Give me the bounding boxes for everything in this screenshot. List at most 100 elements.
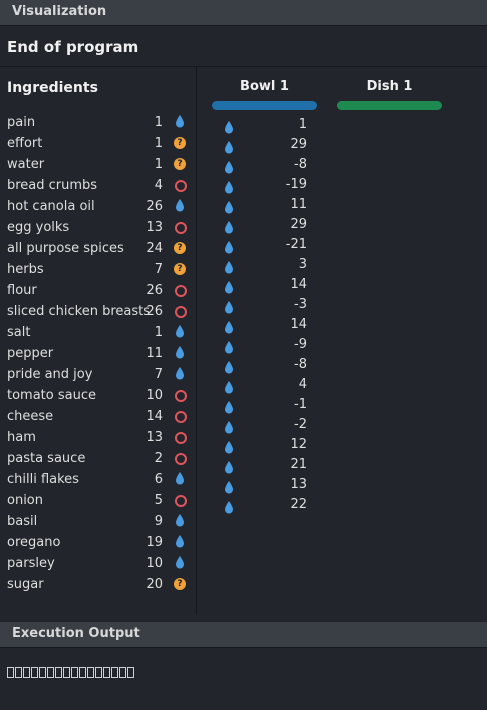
bowl-item-value: -8 [294, 157, 307, 172]
bowl-item-value: 4 [298, 377, 307, 392]
liquid-drop-icon [225, 181, 233, 194]
ingredient-value: 13 [146, 430, 163, 445]
ingredient-row: salt 1 [0, 323, 196, 344]
ingredient-row: pain 1 [0, 113, 196, 134]
dry-circle-icon [175, 306, 187, 318]
dish-bar [337, 101, 442, 110]
ingredient-name: flour [7, 283, 37, 298]
bowl-bar [212, 101, 317, 110]
ingredient-row: ham 13 [0, 428, 196, 449]
bowl-title: Bowl 1 [240, 79, 289, 94]
bowl-item-value: 11 [290, 197, 307, 212]
bowl-item: -8 [197, 355, 337, 375]
ingredient-row: all purpose spices 24? [0, 239, 196, 260]
output-glyph-box [87, 666, 94, 678]
bowl-item-value: 29 [290, 137, 307, 152]
ingredient-row: pride and joy 7 [0, 365, 196, 386]
ingredient-name: herbs [7, 262, 44, 277]
liquid-drop-icon [225, 381, 233, 394]
output-glyph-box [63, 666, 70, 678]
bowl-item: 4 [197, 375, 337, 395]
ingredient-value: 19 [146, 535, 163, 550]
ingredient-name: hot canola oil [7, 199, 95, 214]
output-glyph-box [127, 666, 134, 678]
ingredient-name: onion [7, 493, 43, 508]
bowl-item: 29 [197, 135, 337, 155]
liquid-drop-icon [225, 241, 233, 254]
bowl-item: -2 [197, 415, 337, 435]
output-glyph-box [47, 666, 54, 678]
dry-circle-icon [175, 390, 187, 402]
ingredient-row: chilli flakes 6 [0, 470, 196, 491]
liquid-drop-icon [176, 367, 184, 380]
output-glyph-box [111, 666, 118, 678]
ingredient-name: egg yolks [7, 220, 70, 235]
bowl-contents: 1 29 -8 -19 11 29 -21 3 14 -3 14 -9 -8 4 -1 -2 12 21 13 22 [197, 115, 337, 515]
ingredient-value: 11 [146, 346, 163, 361]
status-text: End of program [7, 38, 139, 56]
ingredient-value: 24 [146, 241, 163, 256]
bowl-item-value: -1 [294, 397, 307, 412]
bowl-item-value: 12 [290, 437, 307, 452]
ingredient-value: 13 [146, 220, 163, 235]
ingredient-row: herbs 7? [0, 260, 196, 281]
ingredient-value: 5 [154, 493, 163, 508]
ingredient-row: cheese 14 [0, 407, 196, 428]
dish-title: Dish 1 [366, 79, 413, 94]
liquid-drop-icon [225, 161, 233, 174]
ingredient-row: pepper 11 [0, 344, 196, 365]
unknown-question-icon: ? [174, 263, 186, 275]
ingredient-name: bread crumbs [7, 178, 98, 193]
execution-output-area [0, 649, 487, 710]
ingredient-row: hot canola oil 26 [0, 197, 196, 218]
dry-circle-icon [175, 411, 187, 423]
bowl-item: 22 [197, 495, 337, 515]
stacks-area: Bowl 1 Dish 1 1 29 -8 -19 11 29 -21 3 14 -3 14 -9 -8… [197, 67, 487, 615]
liquid-drop-icon [176, 535, 184, 548]
visualization-title: Visualization [12, 4, 107, 19]
liquid-drop-icon [225, 401, 233, 414]
liquid-drop-icon [176, 346, 184, 359]
bowl-item: 29 [197, 215, 337, 235]
liquid-drop-icon [176, 325, 184, 338]
ingredient-value: 9 [154, 514, 163, 529]
ingredient-name: cheese [7, 409, 54, 424]
liquid-drop-icon [225, 341, 233, 354]
ingredient-value: 26 [146, 199, 163, 214]
program-status: End of program [0, 27, 487, 67]
ingredient-value: 10 [146, 556, 163, 571]
dry-circle-icon [175, 180, 187, 192]
liquid-drop-icon [225, 141, 233, 154]
output-glyph-box [103, 666, 110, 678]
ingredient-value: 1 [154, 157, 163, 172]
ingredient-row: effort 1? [0, 134, 196, 155]
output-glyph-box [55, 666, 62, 678]
dry-circle-icon [175, 285, 187, 297]
ingredient-value: 10 [146, 388, 163, 403]
bowl-item: 13 [197, 475, 337, 495]
liquid-drop-icon [225, 461, 233, 474]
liquid-drop-icon [176, 556, 184, 569]
liquid-drop-icon [225, 221, 233, 234]
ingredient-value: 26 [146, 283, 163, 298]
ingredient-name: basil [7, 514, 38, 529]
output-glyph-box [31, 666, 38, 678]
ingredient-row: sliced chicken breasts 26 [0, 302, 196, 323]
bowl-item-value: 1 [298, 117, 307, 132]
ingredient-value: 1 [154, 136, 163, 151]
dry-circle-icon [175, 432, 187, 444]
execution-output-text [7, 665, 135, 678]
bowl-item: -9 [197, 335, 337, 355]
output-glyph-box [119, 666, 126, 678]
ingredient-name: ham [7, 430, 36, 445]
bowl-item-value: -21 [285, 237, 307, 252]
ingredient-value: 26 [146, 304, 163, 319]
bowl-item-value: 13 [290, 477, 307, 492]
ingredient-row: water 1? [0, 155, 196, 176]
ingredient-row: egg yolks 13 [0, 218, 196, 239]
ingredient-name: pepper [7, 346, 54, 361]
liquid-drop-icon [225, 201, 233, 214]
ingredient-name: sugar [7, 577, 44, 592]
ingredient-value: 1 [154, 115, 163, 130]
bowl-item: -8 [197, 155, 337, 175]
